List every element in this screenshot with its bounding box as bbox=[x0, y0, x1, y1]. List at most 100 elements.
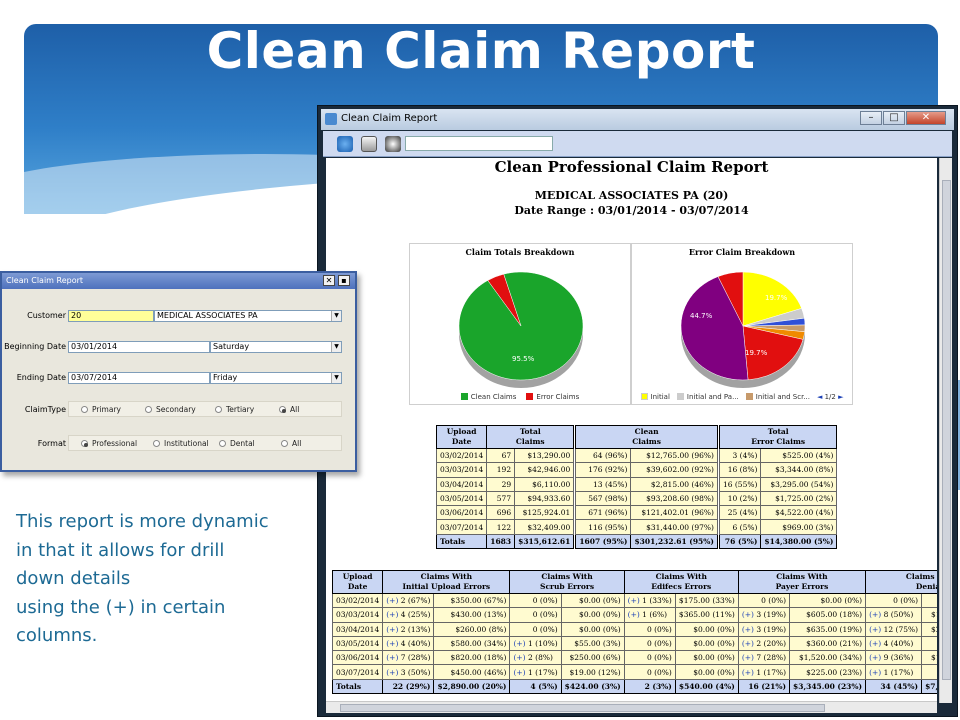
claim-totals-chart: Claim Totals Breakdown 95.5% Clean Claim… bbox=[409, 243, 631, 405]
chevron-down-icon: ▼ bbox=[331, 311, 341, 321]
drilldown-link[interactable]: (+) 4 (40%) bbox=[865, 635, 923, 652]
legend-item-initial: Initial bbox=[640, 393, 670, 401]
table2-col-scrub-errors: Claims With Scrub Errors bbox=[509, 570, 625, 594]
upload-date-cell: 03/05/2014 bbox=[331, 635, 384, 652]
table-cell: $13,290.00 bbox=[514, 447, 575, 464]
customer-label: Customer bbox=[27, 311, 66, 320]
claimtype-primary-radio[interactable]: Primary bbox=[81, 405, 121, 414]
claimtype-all-radio[interactable]: All bbox=[279, 405, 299, 414]
drilldown-link[interactable]: (+) 8 (50%) bbox=[865, 607, 923, 623]
table-cell: 577 bbox=[486, 490, 516, 507]
drilldown-link[interactable]: (+) 7 (28%) bbox=[382, 650, 435, 666]
beginning-date-field[interactable]: 03/01/2014 bbox=[68, 341, 210, 353]
table-cell: 192 bbox=[486, 462, 516, 478]
upload-date-cell: 03/02/2014 bbox=[331, 592, 384, 609]
upload-date-cell: 03/07/2014 bbox=[331, 664, 384, 680]
horizontal-scroll-thumb[interactable] bbox=[340, 704, 825, 712]
claimtype-secondary-radio[interactable]: Secondary bbox=[145, 405, 196, 414]
error-claim-legend: Initial Initial and Pa... Initial and Sc… bbox=[632, 393, 852, 401]
table1-col-clean-claims: Clean Claims bbox=[575, 425, 718, 449]
drilldown-link[interactable]: (+) 3 (19%) bbox=[737, 607, 791, 623]
format-dental-radio[interactable]: Dental bbox=[219, 439, 255, 448]
claimtype-tertiary-radio[interactable]: Tertiary bbox=[215, 405, 254, 414]
dialog-titlebar[interactable]: Clean Claim Report bbox=[2, 273, 355, 289]
report-window-title: Clean Claim Report bbox=[341, 113, 438, 124]
upload-date-cell: 03/06/2014 bbox=[331, 650, 384, 666]
report-parameters-dialog: Clean Claim Report ✕ ▪ Customer 20 MEDIC… bbox=[0, 271, 357, 472]
table-cell: $39,602.00 (92%) bbox=[630, 462, 718, 478]
table-cell: $0.00 (0%) bbox=[674, 664, 739, 680]
drilldown-link[interactable]: (+) 1 (17%) bbox=[865, 664, 923, 680]
format-all-radio[interactable]: All bbox=[281, 439, 301, 448]
drilldown-link[interactable]: (+) 1 (33%) bbox=[623, 592, 676, 609]
toolbar-search-input[interactable] bbox=[405, 136, 553, 151]
drilldown-link[interactable]: (+) 1 (10%) bbox=[509, 635, 562, 652]
drilldown-link[interactable]: (+) 1 (6%) bbox=[623, 607, 676, 623]
table-cell: $350.00 (67%) bbox=[433, 592, 511, 609]
maximize-button[interactable]: □ bbox=[883, 111, 905, 125]
report-horizontal-scrollbar[interactable] bbox=[326, 701, 937, 713]
drilldown-link[interactable]: (+) 2 (8%) bbox=[509, 650, 562, 666]
table-cell: $430.00 (13%) bbox=[433, 607, 511, 623]
report-page: Clean Professional Claim Report MEDICAL … bbox=[326, 158, 937, 703]
customer-id-field[interactable]: 20 bbox=[68, 310, 154, 322]
refresh-icon[interactable] bbox=[337, 136, 353, 152]
claim-totals-pie: 95.5% bbox=[458, 271, 584, 388]
ending-date-field[interactable]: 03/07/2014 bbox=[68, 372, 210, 384]
minimize-button[interactable]: – bbox=[860, 111, 882, 125]
table-cell: 25 (4%) bbox=[718, 505, 762, 521]
table-cell: $250.00 (6%) bbox=[560, 650, 625, 666]
drilldown-link[interactable]: (+) 9 (36%) bbox=[865, 650, 923, 666]
table-cell: $0.00 (0%) bbox=[789, 592, 867, 609]
upload-date-cell: Totals bbox=[435, 533, 488, 550]
report-title: Clean Professional Claim Report bbox=[494, 158, 769, 176]
report-window-titlebar[interactable]: Clean Claim Report – □ ✕ bbox=[321, 109, 954, 130]
format-institutional-radio[interactable]: Institutional bbox=[153, 439, 209, 448]
drilldown-link[interactable]: (+) 7 (28%) bbox=[737, 650, 791, 666]
table-cell: $785.00 (46%) bbox=[921, 635, 937, 652]
customer-name-select[interactable]: MEDICAL ASSOCIATES PA ▼ bbox=[154, 310, 342, 322]
table1-col-total-error-claims: Total Error Claims bbox=[718, 425, 838, 449]
drilldown-link[interactable]: (+) 2 (20%) bbox=[737, 635, 791, 652]
ending-day-select[interactable]: Friday ▼ bbox=[210, 372, 342, 384]
beginning-day-select[interactable]: Saturday ▼ bbox=[210, 341, 342, 353]
format-professional-radio[interactable]: Professional bbox=[81, 439, 137, 448]
table-cell: 0 (0%) bbox=[509, 621, 562, 637]
dialog-save-icon[interactable]: ▪ bbox=[338, 275, 350, 286]
drilldown-link[interactable]: (+) 12 (75%) bbox=[865, 621, 923, 637]
upload-date-cell: 03/04/2014 bbox=[331, 621, 384, 637]
drilldown-link[interactable]: (+) 4 (40%) bbox=[382, 635, 435, 652]
table-totals-row: Totals 1683 $315,612.61 1607 (95%) $301,232.… bbox=[435, 533, 838, 550]
drilldown-link[interactable]: (+) 3 (19%) bbox=[737, 621, 791, 637]
dialog-close-button[interactable]: ✕ bbox=[323, 275, 335, 286]
drilldown-link[interactable]: (+) 4 (25%) bbox=[382, 607, 435, 623]
drilldown-link[interactable]: (+) 1 (17%) bbox=[737, 664, 791, 680]
legend-pager[interactable]: ◄ 1/2 ► bbox=[817, 393, 843, 401]
pie-data-label: 19.7% bbox=[745, 349, 768, 357]
table-cell: $225.00 (23%) bbox=[789, 664, 867, 680]
table2-col-edifecs-errors: Claims With Edifecs Errors bbox=[623, 570, 739, 594]
pie-data-label: 19.7% bbox=[765, 294, 788, 302]
body-line: down details bbox=[16, 568, 131, 589]
export-icon[interactable] bbox=[385, 136, 401, 152]
table-row: 03/04/2014 29 $6,110.00 13 (45%) $2,815.00 (… bbox=[435, 476, 838, 492]
close-button[interactable]: ✕ bbox=[906, 111, 946, 125]
drilldown-link[interactable]: (+) 2 (67%) bbox=[382, 592, 435, 609]
table-cell: 0 (0%) bbox=[623, 621, 676, 637]
table-cell: $540.00 (4%) bbox=[674, 678, 739, 695]
body-line: columns. bbox=[16, 625, 98, 646]
table-cell: 0 (0%) bbox=[509, 607, 562, 623]
table-cell: $969.00 (3%) bbox=[760, 519, 838, 535]
drilldown-link[interactable]: (+) 2 (13%) bbox=[382, 621, 435, 637]
print-icon[interactable] bbox=[361, 136, 377, 152]
drilldown-link[interactable]: (+) 1 (17%) bbox=[509, 664, 562, 680]
table-cell: $12,765.00 (96%) bbox=[630, 447, 718, 464]
report-vertical-scrollbar[interactable] bbox=[939, 158, 952, 703]
drilldown-link[interactable]: (+) 3 (50%) bbox=[382, 664, 435, 680]
table-cell: 567 (98%) bbox=[575, 490, 632, 507]
table-cell: $1,944.00 (58%) bbox=[921, 607, 937, 623]
vertical-scroll-thumb[interactable] bbox=[942, 180, 951, 680]
table-row: 03/04/2014 (+) 2 (13%) $260.00 (8%) 0 (0%) $… bbox=[331, 621, 937, 637]
report-date-range: Date Range : 03/01/2014 - 03/07/2014 bbox=[514, 204, 749, 217]
legend-item-clean: Clean Claims bbox=[460, 393, 516, 401]
